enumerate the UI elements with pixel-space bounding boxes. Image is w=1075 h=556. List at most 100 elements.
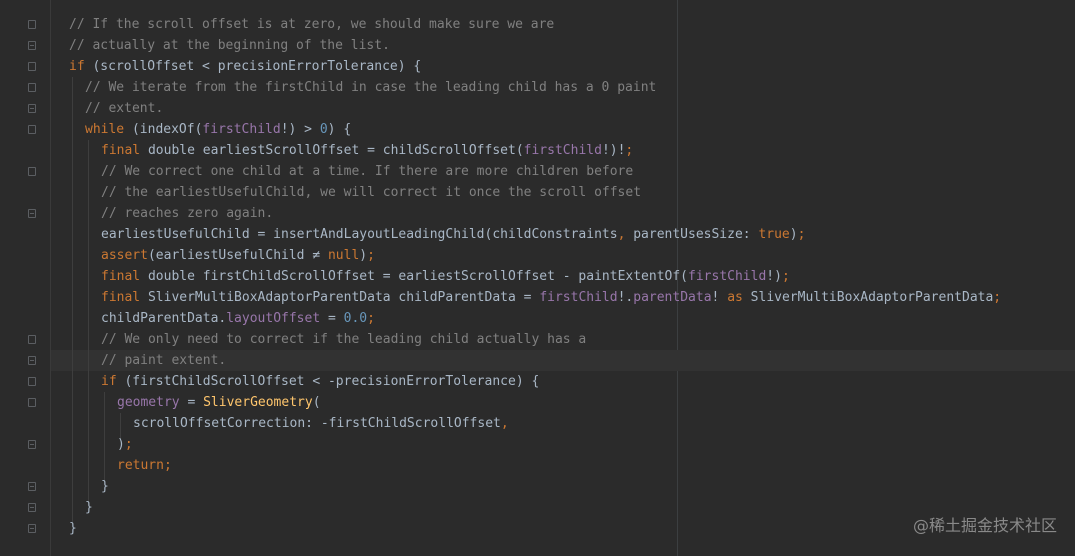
fold-toggle-icon[interactable] bbox=[28, 524, 36, 533]
fold-toggle-icon[interactable] bbox=[28, 377, 36, 386]
code-token: parentUsesSize: bbox=[633, 227, 759, 242]
fold-toggle-icon[interactable] bbox=[28, 167, 36, 176]
code-token: , bbox=[617, 227, 634, 242]
fold-toggle-icon[interactable] bbox=[28, 83, 36, 92]
code-token: SliverMultiBoxAdaptorParentData childPar… bbox=[140, 290, 540, 305]
fold-toggle-icon[interactable] bbox=[28, 125, 36, 134]
code-token: parentData bbox=[633, 290, 712, 305]
code-token: childParentData. bbox=[101, 311, 227, 326]
fold-toggle-icon[interactable] bbox=[28, 209, 36, 218]
code-token: ) bbox=[789, 227, 798, 242]
code-token: as bbox=[727, 290, 743, 305]
fold-toggle-icon[interactable] bbox=[28, 41, 36, 50]
code-token: firstChild bbox=[202, 122, 281, 137]
code-token: // We iterate from the firstChild in cas… bbox=[85, 80, 657, 95]
code-token: if bbox=[69, 59, 85, 74]
code-line[interactable]: // the earliestUsefulChild, we will corr… bbox=[101, 182, 641, 203]
code-line[interactable]: geometry = SliverGeometry( bbox=[117, 392, 321, 413]
code-line[interactable]: // extent. bbox=[85, 98, 163, 119]
code-token: scrollOffsetCorrection: -firstChildScrol… bbox=[133, 416, 501, 431]
watermark-label: @稀土掘金技术社区 bbox=[912, 516, 1057, 535]
code-line[interactable]: // We correct one child at a time. If th… bbox=[101, 161, 633, 182]
code-token: double earliestScrollOffset = childScrol… bbox=[140, 143, 524, 158]
code-token: ! bbox=[711, 290, 728, 305]
code-token: ; bbox=[993, 290, 1002, 305]
code-token: } bbox=[69, 521, 77, 536]
code-token: ; bbox=[781, 269, 790, 284]
code-token: null bbox=[327, 248, 360, 263]
fold-toggle-icon[interactable] bbox=[28, 398, 36, 407]
code-token: firstChild bbox=[523, 143, 602, 158]
code-token: geometry bbox=[117, 395, 180, 410]
code-token: ; bbox=[797, 227, 806, 242]
code-token: } bbox=[85, 500, 93, 515]
code-line[interactable]: earliestUsefulChild = insertAndLayoutLea… bbox=[101, 224, 805, 245]
indent-guide bbox=[88, 140, 89, 503]
code-token: assert bbox=[101, 248, 148, 263]
code-token: !. bbox=[617, 290, 634, 305]
fold-toggle-icon[interactable] bbox=[28, 503, 36, 512]
code-line[interactable]: } bbox=[85, 497, 93, 518]
code-token: (indexOf( bbox=[124, 122, 203, 137]
code-token: ) bbox=[117, 437, 125, 452]
code-token: firstChild bbox=[688, 269, 767, 284]
code-line[interactable]: final SliverMultiBoxAdaptorParentData ch… bbox=[101, 287, 1001, 308]
code-line[interactable]: // paint extent. bbox=[101, 350, 226, 371]
code-token: double firstChildScrollOffset = earliest… bbox=[140, 269, 689, 284]
code-token: // If the scroll offset is at zero, we s… bbox=[69, 17, 555, 32]
code-token: // reaches zero again. bbox=[101, 206, 274, 221]
code-token: earliestUsefulChild = insertAndLayoutLea… bbox=[101, 227, 618, 242]
code-line[interactable]: if (scrollOffset < precisionErrorToleran… bbox=[69, 56, 421, 77]
code-token: ) { bbox=[327, 122, 352, 137]
code-line[interactable]: // We iterate from the firstChild in cas… bbox=[85, 77, 656, 98]
fold-toggle-icon[interactable] bbox=[28, 335, 36, 344]
code-token: ; bbox=[625, 143, 634, 158]
code-token: , bbox=[500, 416, 509, 431]
code-token: !) bbox=[766, 269, 782, 284]
code-token: = bbox=[179, 395, 204, 410]
gutter-divider bbox=[50, 0, 51, 556]
code-token: // actually at the beginning of the list… bbox=[69, 38, 390, 53]
fold-toggle-icon[interactable] bbox=[28, 20, 36, 29]
code-line[interactable]: while (indexOf(firstChild!) > 0) { bbox=[85, 119, 351, 140]
code-line[interactable]: if (firstChildScrollOffset < -precisionE… bbox=[101, 371, 539, 392]
code-token: // We correct one child at a time. If th… bbox=[101, 164, 634, 179]
fold-toggle-icon[interactable] bbox=[28, 440, 36, 449]
code-line[interactable]: // actually at the beginning of the list… bbox=[69, 35, 390, 56]
code-token: = bbox=[320, 311, 344, 326]
fold-toggle-icon[interactable] bbox=[28, 104, 36, 113]
code-token: final bbox=[101, 269, 141, 284]
code-token: 0 bbox=[319, 122, 328, 137]
code-token: ) bbox=[359, 248, 368, 263]
code-editor[interactable]: // If the scroll offset is at zero, we s… bbox=[0, 0, 1075, 556]
code-token: (firstChildScrollOffset < -precisionErro… bbox=[116, 374, 540, 389]
code-token: !)! bbox=[601, 143, 626, 158]
code-line[interactable]: childParentData.layoutOffset = 0.0; bbox=[101, 308, 375, 329]
code-line[interactable]: // reaches zero again. bbox=[101, 203, 273, 224]
code-line[interactable]: // If the scroll offset is at zero, we s… bbox=[69, 14, 554, 35]
code-line[interactable]: scrollOffsetCorrection: -firstChildScrol… bbox=[133, 413, 509, 434]
code-token: // extent. bbox=[85, 101, 164, 116]
code-token: final bbox=[101, 143, 141, 158]
code-line[interactable]: final double firstChildScrollOffset = ea… bbox=[101, 266, 790, 287]
code-token: !) > bbox=[280, 122, 320, 137]
code-token: 0.0 bbox=[343, 311, 368, 326]
code-token: final bbox=[101, 290, 141, 305]
code-line[interactable]: } bbox=[101, 476, 109, 497]
code-line[interactable]: final double earliestScrollOffset = chil… bbox=[101, 140, 633, 161]
code-token: firstChild bbox=[539, 290, 618, 305]
code-token: (scrollOffset < precisionErrorTolerance)… bbox=[84, 59, 422, 74]
code-line[interactable]: assert(earliestUsefulChild ≠ null); bbox=[101, 245, 375, 266]
code-line[interactable]: // We only need to correct if the leadin… bbox=[101, 329, 586, 350]
code-token: while bbox=[85, 122, 125, 137]
code-line[interactable]: } bbox=[69, 518, 77, 539]
code-token: // We only need to correct if the leadin… bbox=[101, 332, 587, 347]
fold-toggle-icon[interactable] bbox=[28, 482, 36, 491]
fold-toggle-icon[interactable] bbox=[28, 62, 36, 71]
code-line[interactable]: ); bbox=[117, 434, 133, 455]
code-line[interactable]: return; bbox=[117, 455, 172, 476]
fold-toggle-icon[interactable] bbox=[28, 356, 36, 365]
code-token: return; bbox=[117, 458, 172, 473]
editor-gutter[interactable] bbox=[0, 0, 50, 556]
code-token: ( bbox=[312, 395, 321, 410]
